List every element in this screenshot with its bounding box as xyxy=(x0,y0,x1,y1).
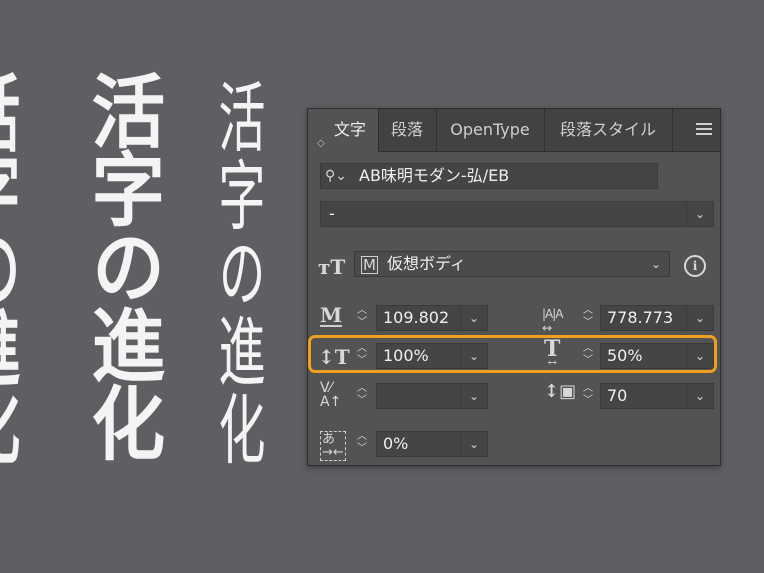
chevron-down-icon[interactable]: ⌄ xyxy=(460,344,487,368)
panel-tab-bar: ◇ 文字 段落 OpenType 段落スタイル xyxy=(308,109,720,152)
chevron-down-icon[interactable]: ⌄ xyxy=(460,384,487,408)
canvas-text-column-middle: 活字の進化 xyxy=(79,70,167,460)
canvas-text-column-right: 活字の進化 xyxy=(210,78,266,468)
chevron-down-icon[interactable]: ⌄ xyxy=(686,202,713,226)
horizontal-scale-icon: T ↔ xyxy=(544,336,561,369)
tracking-field[interactable]: 70 ⌄ xyxy=(600,383,714,409)
leading-field[interactable]: 778.773 ⌄ xyxy=(600,305,714,331)
info-icon[interactable]: i xyxy=(684,255,706,277)
tsume-stepper[interactable]: ︿ ﹀ xyxy=(354,431,370,459)
tab-paragraph-styles[interactable]: 段落スタイル xyxy=(544,109,673,151)
frame-type-dropdown[interactable]: M 仮想ボディ ⌄ xyxy=(354,251,670,277)
panel-menu-icon[interactable] xyxy=(696,123,712,135)
tab-opentype[interactable]: OpenType xyxy=(436,109,545,151)
font-family-field[interactable]: ⚲⌄ AB味明モダン-弘/EB xyxy=(320,163,658,189)
tracking-stepper[interactable]: ︿ ﹀ xyxy=(580,383,596,411)
font-style-dropdown[interactable]: - ⌄ xyxy=(320,201,714,227)
kerning-field[interactable]: ⌄ xyxy=(376,383,488,409)
tsume-icon: あ →← xyxy=(320,431,346,461)
font-size-stepper[interactable]: ︿ ﹀ xyxy=(354,305,370,333)
horizontal-scale-stepper[interactable]: ︿ ﹀ xyxy=(580,343,596,371)
horizontal-scale-field[interactable]: 50% ⌄ xyxy=(600,343,714,369)
chevron-down-icon[interactable]: ⌄ xyxy=(460,432,487,456)
leading-icon: |A|A ↔ xyxy=(542,307,563,335)
tab-character[interactable]: ◇ 文字 xyxy=(308,109,379,152)
vertical-scale-field[interactable]: 100% ⌄ xyxy=(376,343,488,369)
chevron-down-icon[interactable]: ⌄ xyxy=(643,252,669,276)
chevron-down-icon[interactable]: ⌄ xyxy=(460,306,487,330)
chevron-down-icon[interactable]: ⌄ xyxy=(686,384,713,408)
tab-paragraph[interactable]: 段落 xyxy=(378,109,437,151)
canvas-text-column-left: 活字の進化 xyxy=(0,70,22,460)
chevron-down-icon[interactable]: ⌄ xyxy=(686,344,713,368)
tracking-icon: ↕▣ xyxy=(544,381,577,402)
font-size-icon: M xyxy=(320,303,343,327)
font-size-field[interactable]: 109.802 ⌄ xyxy=(376,305,488,331)
leading-stepper[interactable]: ︿ ﹀ xyxy=(580,305,596,333)
kerning-stepper[interactable]: ︿ ﹀ xyxy=(354,383,370,411)
em-box-icon: M xyxy=(361,256,378,274)
character-panel: ◇ 文字 段落 OpenType 段落スタイル ⚲⌄ AB味明モダン-弘/EB … xyxy=(307,108,721,466)
vertical-scale-icon: ↕T xyxy=(318,345,350,369)
vertical-scale-stepper[interactable]: ︿ ﹀ xyxy=(354,343,370,371)
tsume-field[interactable]: 0% ⌄ xyxy=(376,431,488,457)
panel-grip-icon[interactable]: ◇ xyxy=(317,123,325,165)
kerning-icon: V⁄ A↑ xyxy=(320,380,342,410)
search-icon: ⚲⌄ xyxy=(325,168,347,184)
type-size-icon: ᴛT xyxy=(318,255,346,279)
chevron-down-icon[interactable]: ⌄ xyxy=(686,306,713,330)
